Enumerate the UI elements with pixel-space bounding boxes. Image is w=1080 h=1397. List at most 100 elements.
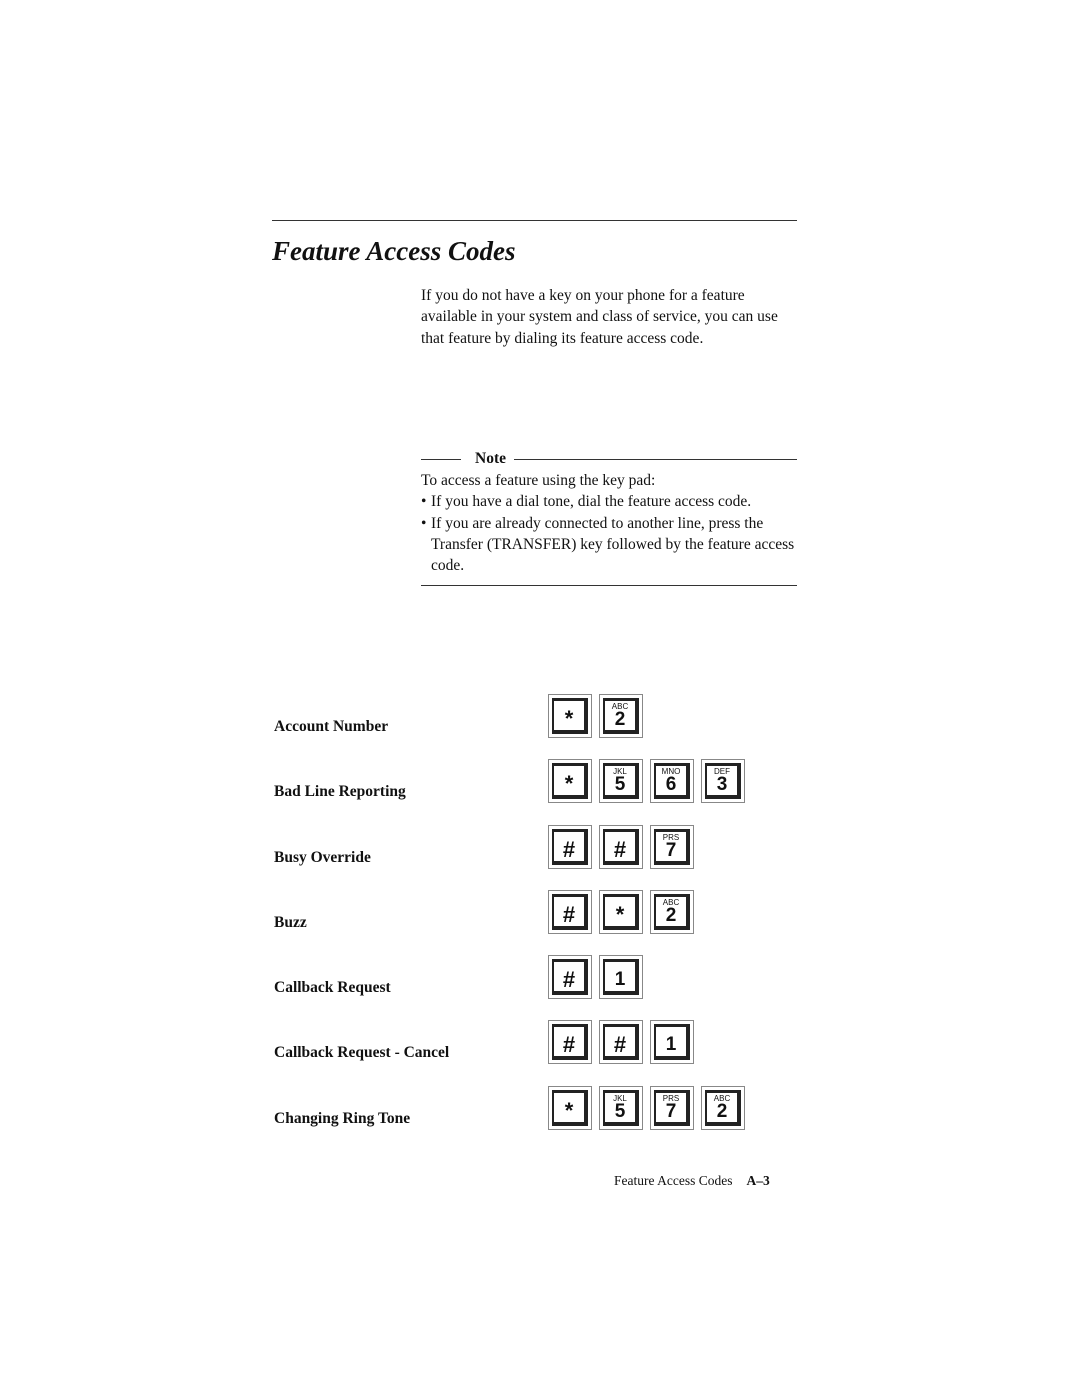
star-key-icon: * bbox=[548, 759, 592, 804]
key-face: PRS 7 bbox=[654, 828, 690, 865]
digit-5-key-icon: JKL 5 bbox=[599, 759, 643, 804]
note-body: To access a feature using the key pad: I… bbox=[421, 470, 797, 576]
digit-5-key-icon: JKL 5 bbox=[599, 1085, 643, 1130]
key-symbol: * bbox=[615, 901, 625, 927]
feature-name: Changing Ring Tone bbox=[274, 1109, 411, 1127]
feature-code-row: Busy Override # # PRS 7 bbox=[272, 824, 772, 890]
key-symbol: # bbox=[613, 836, 627, 862]
note-item: If you are already connected to another … bbox=[421, 513, 797, 577]
feature-code-row: Callback Request - Cancel # #1 bbox=[272, 1020, 772, 1085]
digit-7-key-icon: PRS 7 bbox=[650, 824, 694, 869]
key-symbol: * bbox=[564, 1097, 574, 1123]
key-digit: 6 bbox=[665, 774, 677, 796]
key-face: # bbox=[552, 959, 588, 996]
star-key-icon: * bbox=[548, 1085, 592, 1130]
key-digit: 3 bbox=[716, 774, 728, 796]
star-key-icon: * bbox=[548, 694, 592, 738]
key-face: JKL 5 bbox=[603, 1089, 639, 1126]
pound-key-icon: # bbox=[599, 1020, 643, 1065]
intro-paragraph: If you do not have a key on your phone f… bbox=[421, 287, 778, 347]
key-face: ABC 2 bbox=[654, 893, 690, 930]
key-face: ABC 2 bbox=[603, 698, 639, 734]
pound-key-icon: # bbox=[548, 889, 592, 934]
key-sequence: #1 bbox=[548, 955, 643, 1000]
page-footer: Feature Access Codes A–3 bbox=[614, 1173, 770, 1189]
key-symbol: # bbox=[562, 967, 576, 993]
key-symbol: # bbox=[562, 1032, 576, 1058]
pound-key-icon: # bbox=[548, 824, 592, 869]
note-rule-left bbox=[421, 458, 461, 460]
digit-3-key-icon: DEF 3 bbox=[701, 759, 745, 804]
feature-name: Callback Request - Cancel bbox=[274, 1044, 450, 1062]
key-symbol: # bbox=[562, 836, 576, 862]
pound-key-icon: # bbox=[599, 824, 643, 869]
key-sequence: # #1 bbox=[548, 1020, 694, 1065]
key-sequence: # * ABC 2 bbox=[548, 889, 694, 934]
note-item: If you have a dial tone, dial the featur… bbox=[421, 491, 797, 513]
page-title: Feature Access Codes bbox=[272, 236, 516, 266]
key-digit: 7 bbox=[665, 1100, 677, 1122]
digit-2-key-icon: ABC 2 bbox=[650, 889, 694, 934]
key-symbol: # bbox=[613, 1032, 627, 1058]
key-sequence: * JKL 5 PRS 7 ABC 2 bbox=[548, 1085, 745, 1130]
feature-code-row: Changing Ring Tone * JKL 5 PRS 7 ABC 2 bbox=[272, 1085, 772, 1151]
key-symbol: # bbox=[562, 901, 576, 927]
key-digit: 2 bbox=[665, 904, 677, 926]
digit-1-key-icon: 1 bbox=[599, 955, 643, 1000]
key-digit: 2 bbox=[716, 1100, 728, 1122]
key-face: * bbox=[552, 698, 588, 734]
feature-code-row: Callback Request #1 bbox=[272, 955, 772, 1020]
note-rule-right bbox=[514, 458, 797, 460]
key-face: PRS 7 bbox=[654, 1089, 690, 1126]
feature-name: Bad Line Reporting bbox=[274, 783, 406, 801]
note-box: Note To access a feature using the key p… bbox=[421, 448, 797, 587]
key-face: ABC 2 bbox=[705, 1089, 741, 1126]
feature-name: Busy Override bbox=[274, 848, 371, 866]
note-bottom-rule bbox=[421, 585, 797, 587]
key-face: # bbox=[552, 828, 588, 865]
key-face: * bbox=[552, 1089, 588, 1126]
key-face: # bbox=[603, 1024, 639, 1061]
feature-code-row: Bad Line Reporting * JKL 5 MNO 6 DEF 3 bbox=[272, 759, 772, 824]
feature-code-row: Buzz # * ABC 2 bbox=[272, 889, 772, 955]
digit-7-key-icon: PRS 7 bbox=[650, 1085, 694, 1130]
key-digit: 5 bbox=[614, 1100, 626, 1122]
key-face: * bbox=[603, 893, 639, 930]
key-face: # bbox=[603, 828, 639, 865]
note-label: Note bbox=[475, 450, 506, 467]
star-key-icon: * bbox=[599, 889, 643, 934]
digit-6-key-icon: MNO 6 bbox=[650, 759, 694, 804]
key-digit: 7 bbox=[665, 839, 677, 861]
note-header: Note bbox=[421, 448, 797, 470]
feature-name: Callback Request bbox=[274, 979, 391, 997]
key-face: # bbox=[552, 893, 588, 930]
key-symbol: * bbox=[564, 771, 574, 797]
key-digit: 1 bbox=[665, 1034, 677, 1056]
digit-2-key-icon: ABC 2 bbox=[599, 694, 643, 738]
feature-name: Buzz bbox=[274, 913, 307, 931]
digit-1-key-icon: 1 bbox=[650, 1020, 694, 1065]
pound-key-icon: # bbox=[548, 955, 592, 1000]
key-sequence: * ABC 2 bbox=[548, 694, 643, 738]
pound-key-icon: # bbox=[548, 1020, 592, 1065]
key-face: * bbox=[552, 763, 588, 800]
note-list: If you have a dial tone, dial the featur… bbox=[421, 491, 797, 576]
key-sequence: * JKL 5 MNO 6 DEF 3 bbox=[548, 759, 745, 804]
key-face: 1 bbox=[603, 959, 639, 996]
key-face: MNO 6 bbox=[654, 763, 690, 800]
key-face: # bbox=[552, 1024, 588, 1061]
key-face: JKL 5 bbox=[603, 763, 639, 800]
key-sequence: # # PRS 7 bbox=[548, 824, 694, 869]
digit-2-key-icon: ABC 2 bbox=[701, 1085, 745, 1130]
feature-code-list: Account Number * ABC 2 Bad Line Reporting * JK… bbox=[272, 694, 772, 1151]
key-digit: 2 bbox=[614, 709, 626, 730]
feature-code-row: Account Number * ABC 2 bbox=[272, 694, 772, 759]
footer-section-title: Feature Access Codes bbox=[614, 1173, 733, 1188]
key-face: 1 bbox=[654, 1024, 690, 1061]
note-lead: To access a feature using the key pad: bbox=[421, 472, 656, 489]
key-digit: 5 bbox=[614, 774, 626, 796]
page-number: A–3 bbox=[746, 1173, 770, 1188]
top-rule bbox=[272, 220, 797, 221]
key-symbol: * bbox=[564, 706, 574, 731]
feature-name: Account Number bbox=[274, 718, 389, 735]
